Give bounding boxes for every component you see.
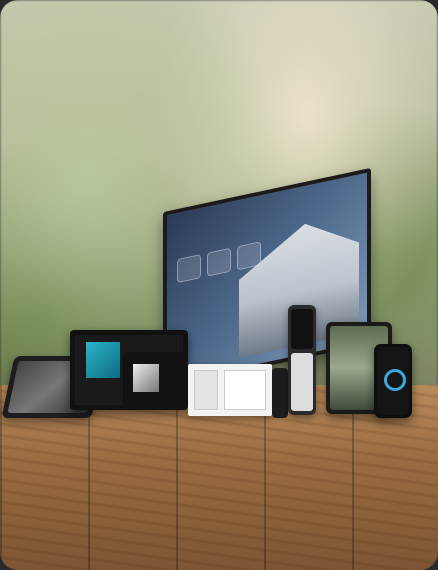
photo-scene <box>0 0 438 570</box>
music-panel <box>123 352 187 410</box>
phone-screen <box>377 347 409 415</box>
slim-remote-screen <box>291 309 313 349</box>
camera-tile-icon <box>177 254 201 284</box>
album-art <box>86 342 120 378</box>
slim-remote <box>288 305 316 415</box>
small-remote <box>272 368 288 418</box>
light-switch <box>194 370 218 410</box>
thermostat-dial-icon <box>384 369 406 391</box>
thermostat-display <box>224 370 266 410</box>
album-art-secondary <box>133 364 159 392</box>
keypad-thermostat <box>188 364 272 416</box>
camera-tile-icon <box>207 247 231 277</box>
slim-remote-buttons <box>291 353 313 411</box>
phone <box>374 344 412 418</box>
